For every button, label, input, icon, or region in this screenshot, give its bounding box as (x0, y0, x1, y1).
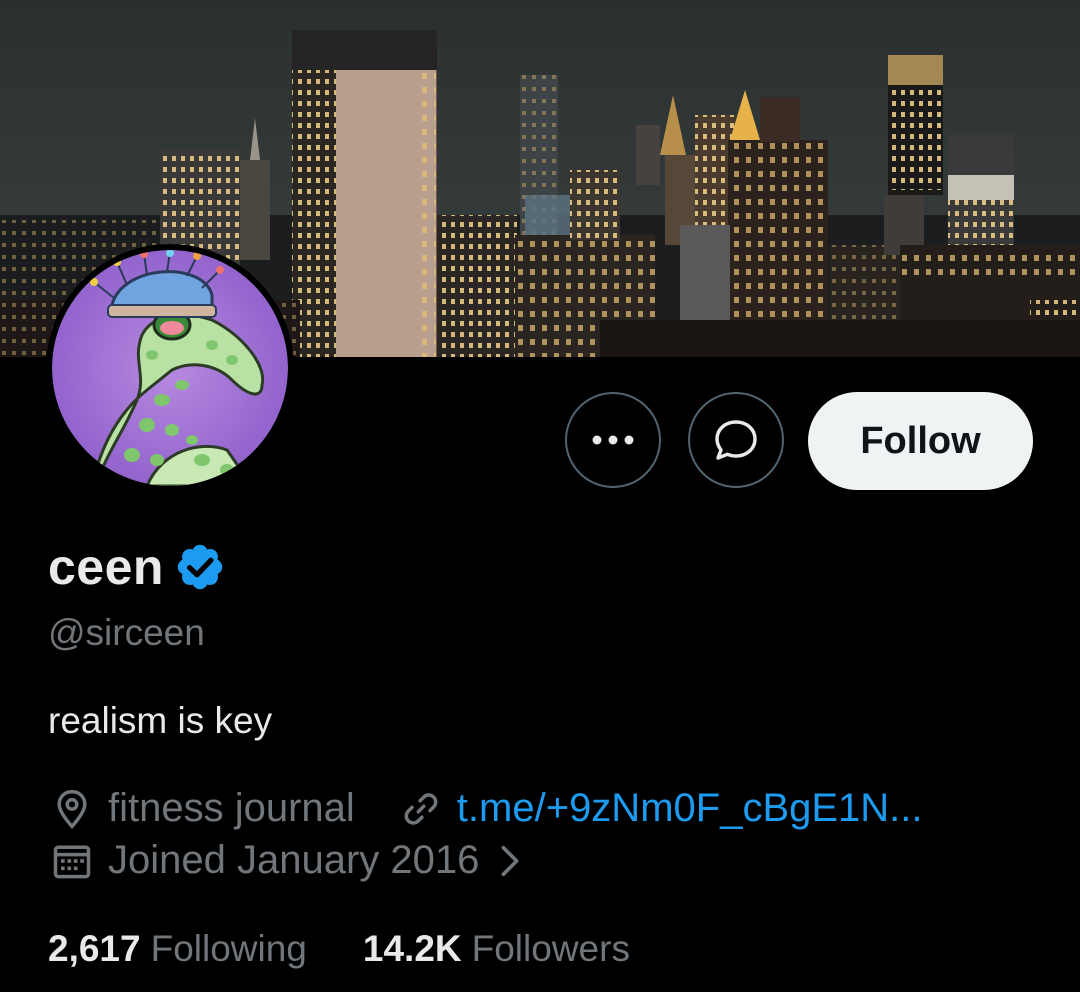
chevron-right-icon (501, 845, 519, 876)
profile-meta-row-1: fitness journal t.me/+9zNm0F_cBgE1N... (50, 786, 923, 831)
display-name: ceen (48, 539, 164, 595)
more-options-button[interactable] (565, 392, 661, 488)
location-text: fitness journal (108, 786, 355, 830)
following-count: 2,617 (48, 928, 141, 969)
followers-count: 14.2K (362, 928, 462, 969)
joined-text: Joined January 2016 (108, 838, 480, 882)
avatar-image (52, 250, 288, 486)
message-bubble-icon (715, 420, 757, 460)
verified-badge-icon[interactable] (174, 541, 226, 593)
joined-date[interactable]: Joined January 2016 (50, 838, 525, 883)
follow-button[interactable]: Follow (808, 392, 1033, 490)
website-link[interactable]: t.me/+9zNm0F_cBgE1N... (399, 786, 923, 831)
followers-label: Followers (471, 928, 630, 969)
more-horizontal-icon (592, 435, 634, 445)
location-pin-icon (57, 789, 87, 829)
bio: realism is key (48, 700, 273, 741)
handle: @sirceen (48, 612, 205, 653)
link-icon (404, 792, 438, 825)
avatar[interactable] (46, 244, 294, 492)
profile-meta-row-2: Joined January 2016 (50, 838, 525, 883)
follow-stats: 2,617 Following 14.2K Followers (48, 928, 630, 970)
name-row: ceen (48, 538, 226, 596)
website-link-text[interactable]: t.me/+9zNm0F_cBgE1N... (457, 786, 923, 831)
calendar-icon (53, 845, 91, 878)
followers-stat[interactable]: 14.2K Followers (363, 928, 630, 970)
following-stat[interactable]: 2,617 Following (48, 928, 307, 970)
following-label: Following (150, 928, 307, 969)
location: fitness journal (50, 786, 355, 831)
message-button[interactable] (688, 392, 784, 488)
